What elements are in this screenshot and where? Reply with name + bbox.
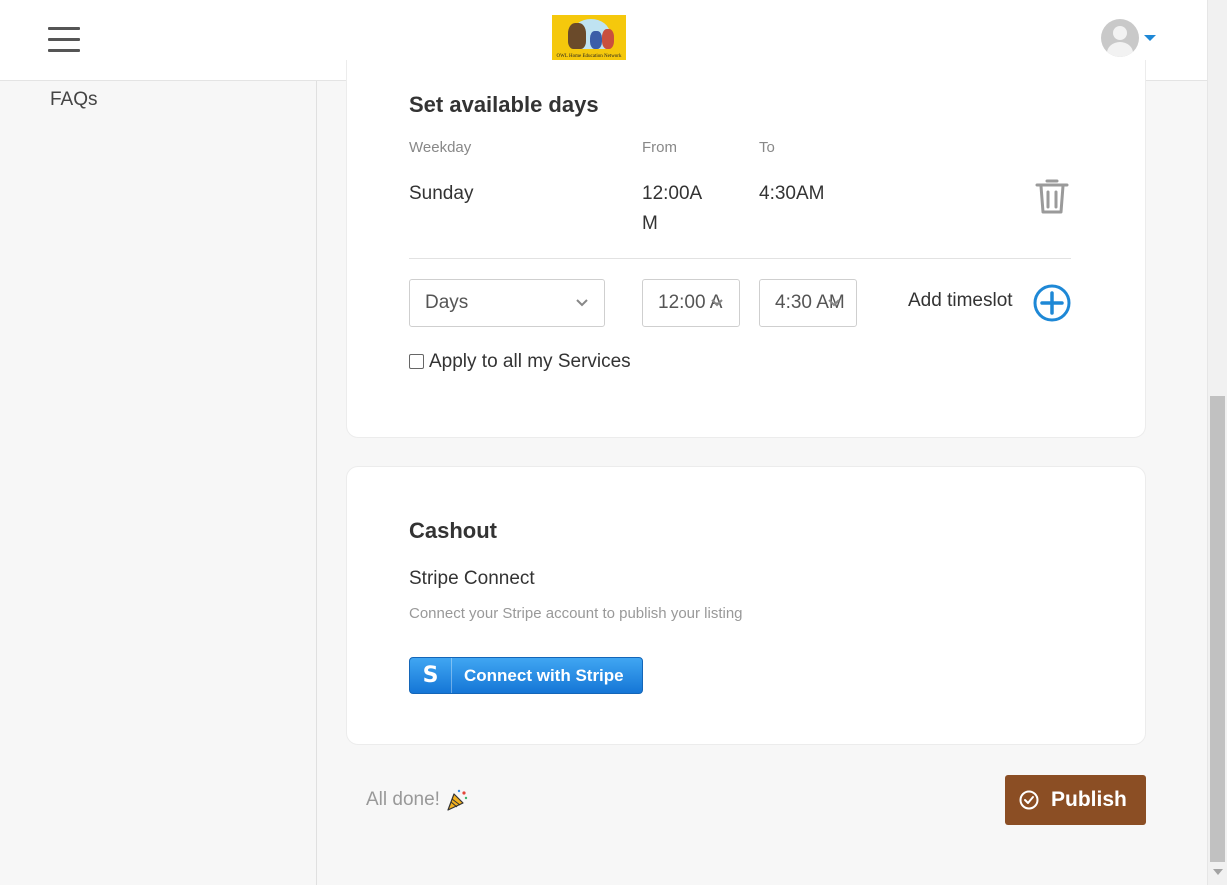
connect-with-stripe-label: Connect with Stripe xyxy=(464,666,624,685)
publish-button[interactable]: Publish xyxy=(1005,775,1146,825)
from-time-select[interactable]: 12:00 A xyxy=(642,279,740,327)
to-column-header: To xyxy=(759,139,775,156)
party-popper-icon xyxy=(447,789,468,811)
all-done-text: All done! xyxy=(366,789,440,810)
add-circle-icon[interactable] xyxy=(1033,284,1071,322)
site-logo[interactable]: OWL Home Education Network xyxy=(552,15,626,65)
to-time-select[interactable]: 4:30 AM xyxy=(759,279,857,327)
hamburger-icon[interactable] xyxy=(48,27,80,53)
trash-icon[interactable] xyxy=(1034,177,1070,215)
scroll-down-arrow-icon[interactable] xyxy=(1213,869,1223,875)
days-select[interactable]: Days xyxy=(409,279,605,327)
scrollbar-thumb[interactable] xyxy=(1210,396,1225,862)
sidebar: FAQs xyxy=(0,81,317,885)
connect-with-stripe-button[interactable]: S Connect with Stripe xyxy=(409,657,643,694)
caret-down-icon[interactable] xyxy=(1144,35,1156,41)
availability-title: Set available days xyxy=(409,92,599,117)
logo-text: OWL Home Education Network xyxy=(556,54,622,59)
days-select-value: Days xyxy=(425,292,469,313)
stripe-connect-description: Connect your Stripe account to publish y… xyxy=(409,605,743,622)
apply-all-label[interactable]: Apply to all my Services xyxy=(429,351,631,373)
chevron-down-icon xyxy=(576,299,588,307)
chevron-down-icon xyxy=(711,299,723,307)
add-timeslot-label[interactable]: Add timeslot xyxy=(908,290,1013,312)
chevron-down-icon xyxy=(828,299,840,307)
from-column-header: From xyxy=(642,139,677,156)
row-from-line1: 12:00A xyxy=(642,183,703,204)
row-to: 4:30AM xyxy=(759,183,825,204)
weekday-column-header: Weekday xyxy=(409,139,472,156)
user-avatar-icon[interactable] xyxy=(1101,19,1139,57)
stripe-logo-icon: S xyxy=(410,658,452,693)
apply-all-checkbox[interactable] xyxy=(409,354,424,369)
stripe-connect-heading: Stripe Connect xyxy=(409,568,535,589)
publish-label: Publish xyxy=(1051,788,1127,811)
row-weekday: Sunday xyxy=(409,183,474,204)
row-from-line2: M xyxy=(642,213,658,234)
cashout-title: Cashout xyxy=(409,518,497,543)
check-circle-icon xyxy=(1019,790,1039,810)
row-divider xyxy=(409,258,1071,259)
page-scrollbar[interactable] xyxy=(1207,0,1227,885)
sidebar-item-faqs[interactable]: FAQs xyxy=(50,89,98,111)
